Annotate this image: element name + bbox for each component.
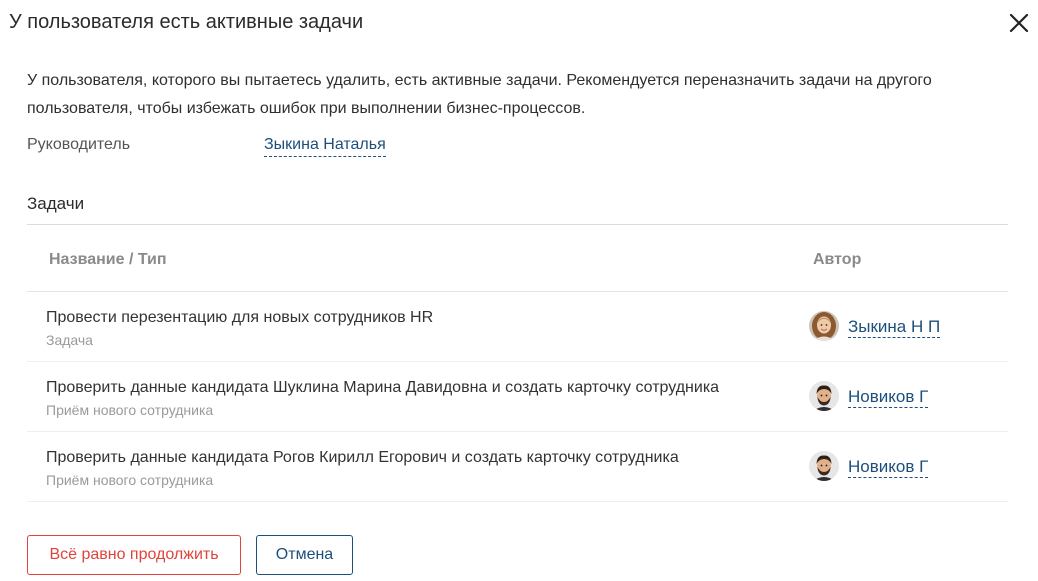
section-divider bbox=[27, 224, 1008, 225]
task-type: Приём нового сотрудника bbox=[46, 402, 214, 418]
male-avatar-icon bbox=[809, 451, 839, 481]
column-header-author: Автор bbox=[813, 251, 862, 268]
author-link[interactable]: Зыкина Н П bbox=[848, 316, 941, 338]
dialog-title: У пользователя есть активные задачи bbox=[9, 11, 364, 33]
author-link[interactable]: Новиков Г bbox=[848, 456, 929, 478]
intro-message: У пользователя, которого вы пытаетесь уд… bbox=[27, 72, 932, 117]
table-row: Провести перезентацию для новых сотрудни… bbox=[27, 292, 1008, 362]
task-title[interactable]: Проверить данные кандидата Рогов Кирилл … bbox=[46, 448, 679, 468]
table-row: Проверить данные кандидата Рогов Кирилл … bbox=[27, 432, 1008, 502]
column-header-name-type: Название / Тип bbox=[49, 251, 167, 268]
close-icon[interactable] bbox=[1006, 10, 1032, 36]
female-avatar-icon bbox=[809, 311, 839, 341]
manager-label: Руководитель bbox=[27, 136, 131, 153]
task-type: Приём нового сотрудника bbox=[46, 472, 214, 488]
table-row: Проверить данные кандидата Шуклина Марин… bbox=[27, 362, 1008, 432]
cancel-button[interactable]: Отмена bbox=[256, 535, 353, 575]
author-link[interactable]: Новиков Г bbox=[848, 386, 929, 408]
task-title[interactable]: Проверить данные кандидата Шуклина Марин… bbox=[46, 378, 719, 398]
male-avatar-icon bbox=[809, 381, 839, 411]
task-title[interactable]: Провести перезентацию для новых сотрудни… bbox=[46, 308, 433, 328]
task-type: Задача bbox=[46, 332, 93, 348]
tasks-section-title: Задачи bbox=[27, 194, 85, 213]
continue-anyway-button[interactable]: Всё равно продолжить bbox=[27, 535, 241, 575]
manager-link[interactable]: Зыкина Наталья bbox=[264, 134, 386, 157]
